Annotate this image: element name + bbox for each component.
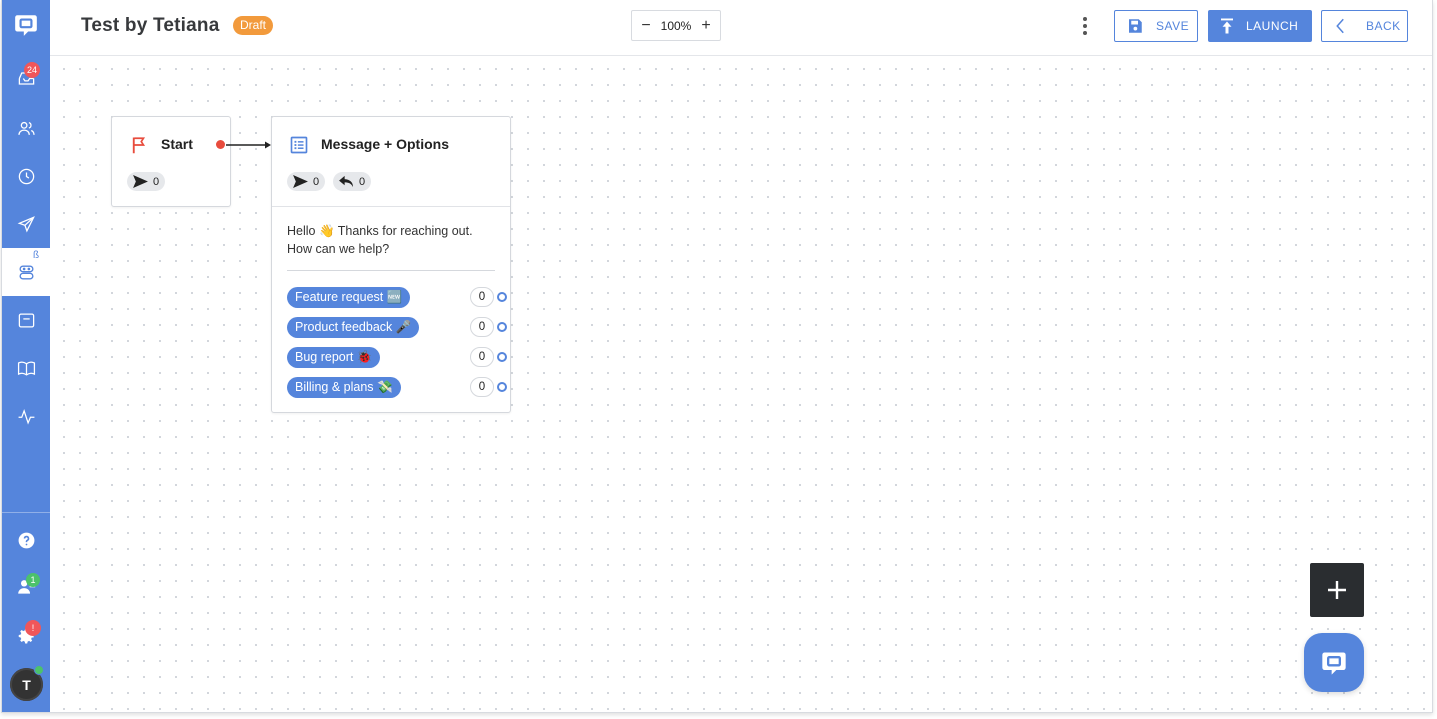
message-text: Hello 👋 Thanks for reaching out. How can… xyxy=(287,224,473,256)
options-divider xyxy=(287,270,495,271)
option-chip[interactable]: Feature request 🆕 xyxy=(287,287,411,308)
option-count: 0 xyxy=(470,377,494,397)
logo-icon[interactable] xyxy=(2,1,50,49)
inbox-count-badge: 24 xyxy=(24,62,41,78)
back-label: BACK xyxy=(1366,19,1401,33)
flag-icon xyxy=(132,137,146,154)
save-button[interactable]: SAVE xyxy=(1114,10,1198,42)
send-icon xyxy=(293,175,308,188)
header: Test by Tetiana Draft − 100% + SAVE LAUN… xyxy=(50,0,1432,56)
start-title: Start xyxy=(161,136,193,152)
send-icon xyxy=(133,175,148,188)
option-output-port[interactable] xyxy=(497,292,507,302)
save-icon xyxy=(1129,19,1142,33)
message-title: Message + Options xyxy=(321,136,449,152)
upload-icon xyxy=(1221,18,1233,34)
option-chip[interactable]: Bug report 🐞 xyxy=(287,347,381,368)
message-sent-stat: 0 xyxy=(287,172,326,191)
bot-icon[interactable]: ß xyxy=(2,248,50,296)
start-sent-count: 0 xyxy=(153,175,160,188)
inbox-icon[interactable]: 24 xyxy=(2,54,50,102)
plus-icon xyxy=(1328,581,1346,599)
launch-button[interactable]: LAUNCH xyxy=(1208,10,1312,42)
app-window: 24 ß 1 ! T Test by Tetiana Draft − 100% … xyxy=(1,0,1433,713)
history-icon[interactable] xyxy=(2,152,50,200)
page-title: Test by Tetiana xyxy=(81,15,220,36)
beta-label: ß xyxy=(33,250,40,261)
save-label: SAVE xyxy=(1156,19,1190,33)
knowledge-base-icon[interactable] xyxy=(2,344,50,392)
message-options-node[interactable]: Message + Options 0 0 Hello 👋 Thanks for… xyxy=(271,116,511,413)
option-count: 0 xyxy=(470,287,494,307)
team-icon[interactable]: 1 xyxy=(2,562,50,610)
start-output-port[interactable] xyxy=(216,140,225,149)
reply-icon xyxy=(339,175,353,188)
option-count: 0 xyxy=(470,317,494,337)
option-output-port[interactable] xyxy=(497,352,507,362)
node-divider xyxy=(272,206,510,207)
start-node[interactable]: Start 0 xyxy=(111,116,231,207)
widget-icon[interactable] xyxy=(2,296,50,344)
sidebar-divider xyxy=(2,512,50,513)
sidebar: 24 ß 1 ! T xyxy=(2,0,50,712)
chat-launcher-button[interactable] xyxy=(1304,633,1364,692)
activity-icon[interactable] xyxy=(2,392,50,440)
flow-canvas[interactable]: Start 0 Message + Options 0 0 Hello 👋 Th… xyxy=(50,57,1432,712)
online-status-dot xyxy=(34,665,44,675)
message-reply-stat: 0 xyxy=(333,172,372,191)
more-options-icon[interactable] xyxy=(1081,15,1089,37)
add-node-button[interactable] xyxy=(1310,563,1364,617)
zoom-in-button[interactable]: + xyxy=(700,17,712,35)
send-icon[interactable] xyxy=(2,200,50,248)
message-sent-count: 0 xyxy=(313,175,320,188)
contacts-icon[interactable] xyxy=(2,104,50,152)
option-output-port[interactable] xyxy=(497,322,507,332)
chat-icon xyxy=(1322,652,1346,675)
status-badge: Draft xyxy=(233,16,274,35)
back-button[interactable]: BACK xyxy=(1321,10,1408,42)
zoom-control: − 100% + xyxy=(631,10,721,41)
list-icon xyxy=(290,136,308,154)
help-icon[interactable] xyxy=(2,516,50,564)
zoom-level: 100% xyxy=(660,18,692,33)
connector-arrow xyxy=(226,141,271,149)
option-count: 0 xyxy=(470,347,494,367)
message-reply-count: 0 xyxy=(359,175,366,188)
team-badge: 1 xyxy=(26,573,40,587)
settings-alert-badge: ! xyxy=(25,620,41,636)
launch-label: LAUNCH xyxy=(1246,19,1299,33)
chevron-left-icon xyxy=(1336,18,1344,34)
start-sent-stat: 0 xyxy=(127,172,166,191)
settings-icon[interactable]: ! xyxy=(2,612,50,660)
zoom-out-button[interactable]: − xyxy=(640,17,652,35)
option-chip[interactable]: Product feedback 🎤 xyxy=(287,317,420,338)
option-output-port[interactable] xyxy=(497,382,507,392)
option-chip[interactable]: Billing & plans 💸 xyxy=(287,377,401,398)
